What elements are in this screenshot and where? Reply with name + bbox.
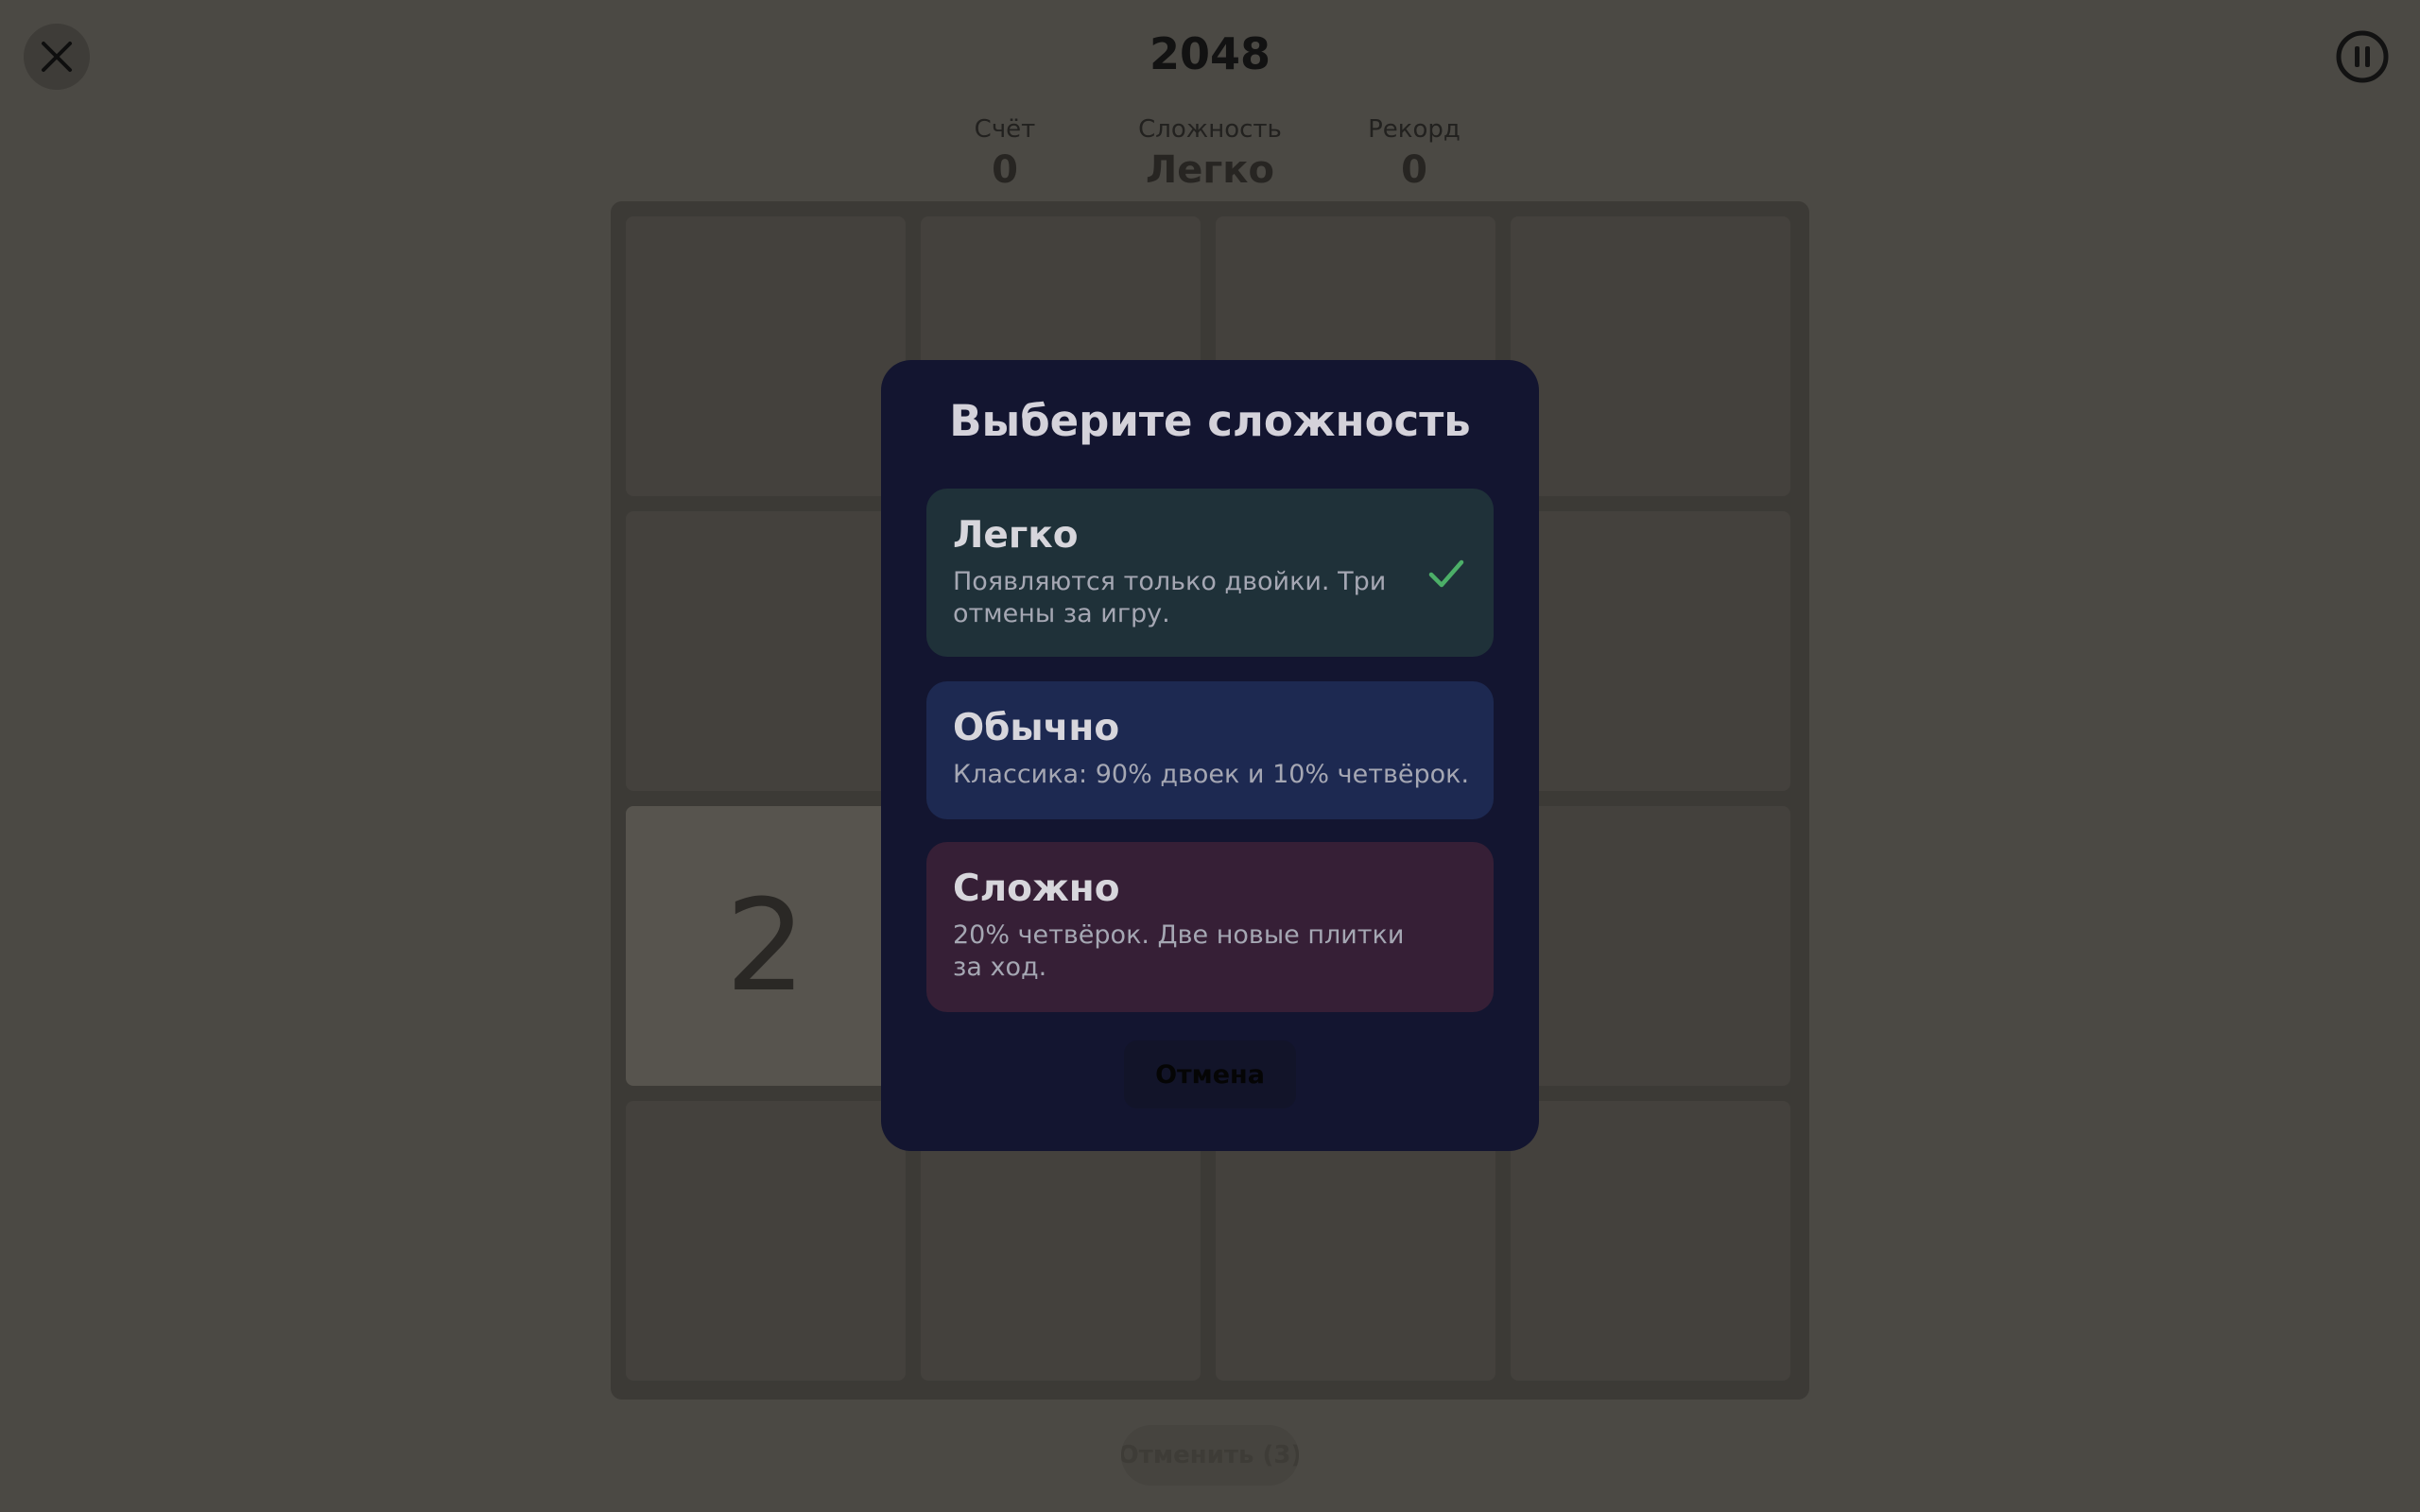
board-cell [1511, 806, 1790, 1086]
undo-button[interactable]: Отменить (3) [1121, 1425, 1299, 1486]
score-value: 0 [992, 148, 1018, 192]
game-title: 2048 [1149, 28, 1271, 79]
board-cell [1511, 511, 1790, 791]
board-cell [1511, 1101, 1790, 1381]
record-label: Рекорд [1368, 115, 1461, 144]
board-cell [626, 511, 906, 791]
board-cell [626, 1101, 906, 1381]
record-stat: Рекорд 0 [1368, 111, 1461, 192]
difficulty-option-easy[interactable]: Легко Появляются только двойки. Три отме… [926, 489, 1494, 657]
option-description: Появляются только двойки. Три отмены за … [953, 567, 1387, 628]
record-value: 0 [1401, 148, 1427, 192]
pause-button[interactable] [2335, 29, 2390, 84]
tile: 2 [626, 806, 906, 1086]
option-description: Классика: 90% двоек и 10% четвёрок. [953, 760, 1470, 789]
difficulty-option-hard[interactable]: Сложно 20% четвёрок. Две новые плитки за… [926, 842, 1494, 1012]
pause-icon [2336, 30, 2389, 83]
option-name: Легко [953, 514, 1079, 557]
score-stat: Счёт 0 [975, 111, 1036, 192]
option-description: 20% четвёрок. Две новые плитки за ход. [953, 920, 1405, 982]
score-label: Счёт [974, 115, 1036, 144]
difficulty-option-normal[interactable]: Обычно Классика: 90% двоек и 10% четвёро… [926, 681, 1494, 819]
option-name: Обычно [953, 707, 1120, 749]
difficulty-value: Легко [1146, 148, 1274, 192]
difficulty-dialog: Выберите сложность Легко Появляются толь… [881, 360, 1539, 1151]
difficulty-label: Сложность [1138, 115, 1282, 144]
board-cell [1511, 216, 1790, 496]
checkmark-icon [1428, 559, 1464, 588]
difficulty-stat: Сложность Легко [1138, 111, 1282, 192]
option-name: Сложно [953, 868, 1120, 910]
tile-value: 2 [725, 872, 806, 1020]
dialog-title: Выберите сложность [949, 396, 1471, 446]
cancel-button[interactable]: Отмена [1124, 1040, 1296, 1108]
board-cell [626, 216, 906, 496]
